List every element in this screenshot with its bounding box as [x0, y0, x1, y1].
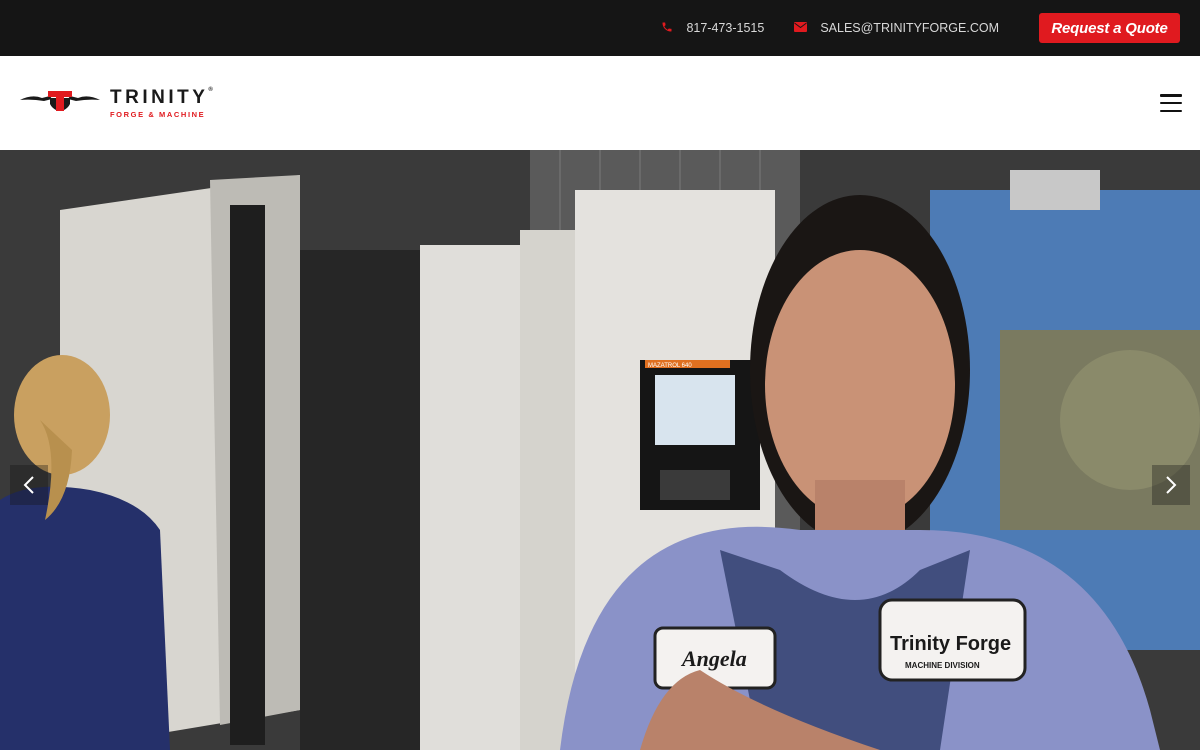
slider-next-button[interactable] [1152, 465, 1190, 505]
top-contact-bar: 817-473-1515 SALES@TRINITYFORGE.COM Requ… [0, 0, 1200, 56]
site-header: TRINITY ® FORGE & MACHINE [0, 56, 1200, 150]
shirt-patch-name: Angela [680, 646, 747, 671]
email-link[interactable]: SALES@TRINITYFORGE.COM [794, 21, 999, 35]
longhorn-logo-icon [20, 86, 100, 121]
email-address: SALES@TRINITYFORGE.COM [820, 21, 999, 35]
shirt-patch-subtext: MACHINE DIVISION [905, 661, 980, 670]
logo-link[interactable]: TRINITY ® FORGE & MACHINE [20, 86, 213, 121]
request-quote-button[interactable]: Request a Quote [1039, 13, 1180, 43]
phone-number: 817-473-1515 [686, 21, 765, 35]
chevron-right-icon [1166, 476, 1177, 494]
brand-tagline: FORGE & MACHINE [110, 109, 206, 119]
chevron-left-icon [23, 476, 34, 494]
phone-icon [661, 21, 673, 36]
hero-slider: MAZATROL 640 Angela Trinity Forge MACHIN… [0, 150, 1200, 750]
registered-mark: ® [208, 86, 213, 93]
phone-link[interactable]: 817-473-1515 [661, 21, 764, 36]
hero-image: MAZATROL 640 Angela Trinity Forge MACHIN… [0, 150, 1200, 750]
brand-name: TRINITY ® [110, 86, 213, 108]
hamburger-menu-icon[interactable] [1160, 94, 1182, 112]
envelope-icon [794, 21, 808, 35]
slider-prev-button[interactable] [10, 465, 48, 505]
shirt-patch-brand: Trinity Forge [890, 633, 1011, 655]
machine-panel-label: MAZATROL 640 [648, 363, 692, 369]
